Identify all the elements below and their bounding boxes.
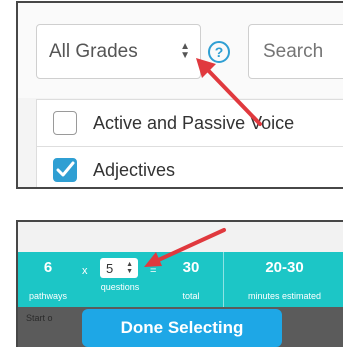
equals-symbol: = — [150, 265, 157, 277]
list-item-label: Adjectives — [93, 159, 176, 180]
summary-bar: 6 pathways x 5 ▲ ▼ questions = 30 total 2… — [18, 252, 343, 307]
list-item-label: Active and Passive Voice — [93, 112, 295, 133]
questions-stat: questions — [100, 282, 140, 292]
checkmark-icon — [56, 161, 75, 177]
selection-summary-panel: 6 pathways x 5 ▲ ▼ questions = 30 total 2… — [16, 220, 343, 347]
pathways-stat: 6 pathways — [28, 259, 68, 301]
checkbox-icon[interactable] — [53, 158, 77, 182]
select-caret-icon: ▲ ▼ — [126, 261, 133, 275]
search-input[interactable] — [248, 24, 343, 79]
checkbox-icon[interactable] — [53, 111, 77, 135]
start-text: Start o — [26, 313, 53, 323]
help-icon[interactable]: ? — [208, 41, 230, 63]
minutes-stat: 20-30 minutes estimated — [247, 259, 322, 301]
times-symbol: x — [82, 265, 88, 277]
list-item[interactable]: Active and Passive Voice — [37, 100, 343, 147]
grade-select[interactable]: All Grades ▲ ▼ — [36, 24, 201, 79]
activity-list: Active and Passive Voice Adjectives — [36, 99, 343, 187]
activity-filter-panel: All Grades ▲▼ ? Active and Passive Voice… — [16, 1, 343, 189]
list-item[interactable]: Adjectives — [37, 147, 343, 187]
filter-row: All Grades ▲ ▼ ? — [18, 3, 343, 98]
questions-select[interactable]: 5 ▲ ▼ — [100, 258, 138, 278]
select-caret-icon: ▲ ▼ — [180, 41, 190, 61]
total-stat: 30 total — [182, 259, 200, 301]
grade-select-value: All Grades — [49, 40, 138, 62]
footer-bar: Start o Done Selecting — [18, 307, 343, 347]
done-selecting-button[interactable]: Done Selecting — [82, 309, 282, 347]
